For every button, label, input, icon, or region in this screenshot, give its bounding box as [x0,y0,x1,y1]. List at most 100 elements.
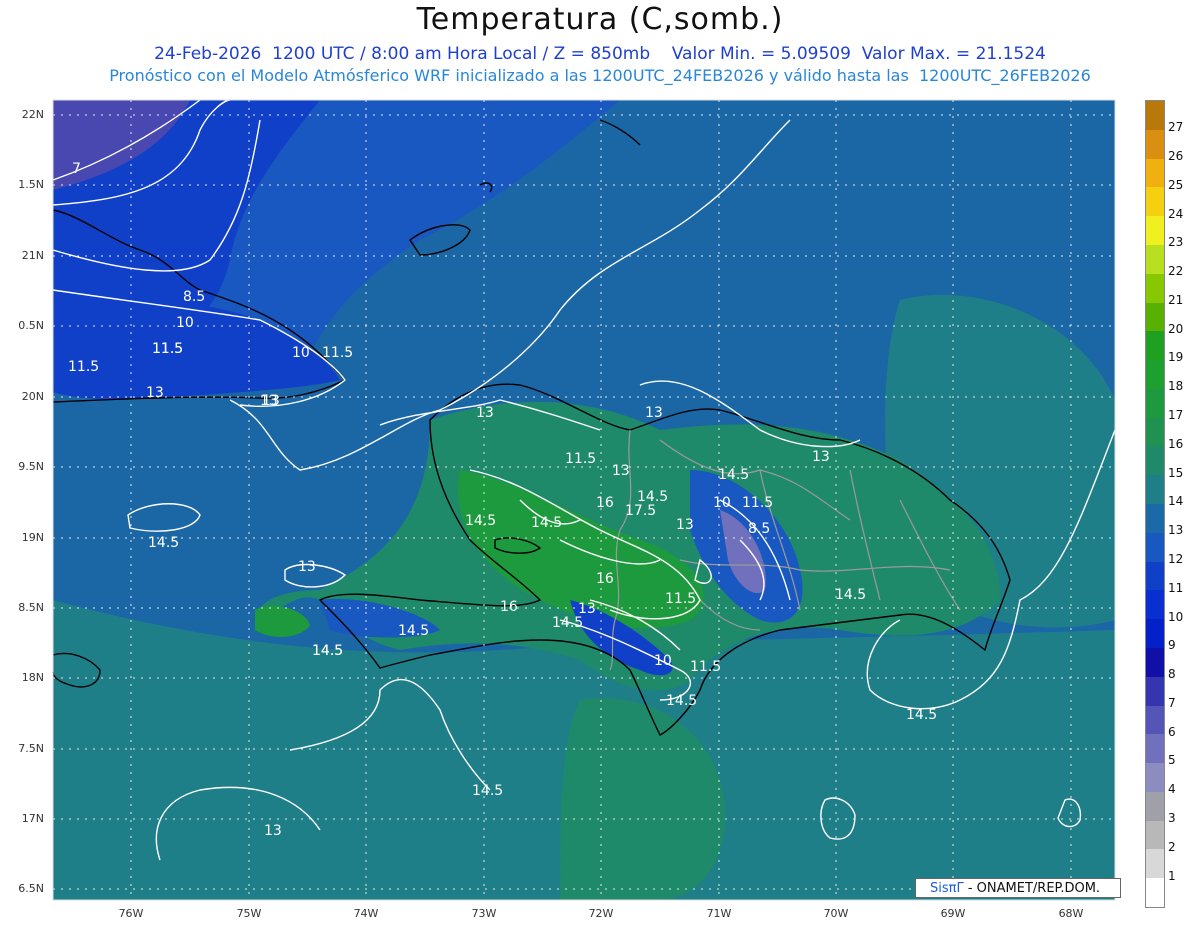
colorbar-level-label: 18 [1168,379,1184,394]
lon-tick-label: 76W [118,907,144,920]
contour-label: 11.5 [665,591,696,607]
contour-label: 14.5 [718,467,749,483]
contour-label: 16 [500,599,518,615]
colorbar-level-label: 16 [1168,436,1184,451]
colorbar-level-label: 6 [1168,724,1176,739]
colorbar-swatch [1146,590,1164,620]
contour-label: 13 [264,823,282,839]
colorbar-level-label: 21 [1168,292,1184,307]
lat-tick-label: 8.5N [18,601,44,614]
colorbar-swatch [1146,302,1164,332]
contour-label: 11.5 [322,345,353,361]
colorbar-swatch [1146,504,1164,533]
contour-label: 14.5 [531,515,562,531]
lon-tick-label: 73W [471,907,497,920]
contour-label: 13 [812,449,830,465]
colorbar-level-label: 9 [1168,638,1176,653]
colorbar-swatch [1146,561,1164,591]
lat-tick-label: 21N [21,249,44,262]
contour-label: 14.5 [148,535,179,551]
colorbar-swatch [1146,532,1164,562]
contour-label: 13 [612,463,630,479]
colorbar-swatch [1146,244,1164,274]
colorbar-level-label: 19 [1168,350,1184,365]
colorbar-swatch [1146,388,1164,418]
colorbar-level-label: 2 [1168,839,1176,854]
contour-label: 14.5 [312,643,343,659]
colorbar-swatch [1146,820,1164,850]
colorbar-swatch [1146,763,1164,793]
contour-label: 14.5 [906,707,937,723]
colorbar-level-label: 4 [1168,782,1176,797]
lon-tick-label: 70W [823,907,849,920]
lat-tick-label: 20N [21,390,44,403]
contour-label: 10 [292,345,310,361]
contour-label: 13 [676,517,694,533]
colorbar-swatch [1146,216,1164,246]
colorbar-swatch [1146,705,1164,735]
contour-label: 11.5 [690,659,721,675]
contour-label: 14.5 [465,513,496,529]
colorbar-swatch [1146,360,1164,390]
lon-tick-label: 68W [1058,907,1084,920]
contour-label: 14.5 [835,587,866,603]
contour-label: 10 [176,315,194,331]
colorbar-level-label: 27 [1168,120,1184,135]
colorbar-swatch [1146,791,1164,821]
lat-tick-label: 1.5N [18,178,44,191]
contour-label: 14.5 [666,693,697,709]
lat-tick-label: 9.5N [18,460,44,473]
contour-label: 11.5 [742,495,773,511]
colorbar-swatch [1146,475,1164,505]
contour-label: 8.5 [748,521,770,537]
contour-label: 8.5 [183,289,205,305]
colorbar-level-label: 26 [1168,148,1184,163]
colorbar-level-label: 10 [1168,609,1184,624]
contour-label: 14.5 [552,615,583,631]
contour-label: 14.5 [472,783,503,799]
temperature-map: 7 8.5 10 11.5 11.5 10 11.5 11.5 13 13 13 13 13 11.5 13… [52,99,1116,901]
contour-label: 11.5 [565,451,596,467]
colorbar-swatch [1146,158,1164,188]
colorbar-swatch [1146,331,1164,361]
contour-label: 14.5 [637,489,668,505]
colorbar-swatch [1146,849,1164,879]
colorbar-level-label: 5 [1168,753,1176,768]
colorbar-swatch [1146,676,1164,706]
contour-label: 13 [298,559,316,575]
contour-label: 13 [476,405,494,421]
lon-tick-label: 75W [236,907,262,920]
lat-tick-label: 18N [21,671,44,684]
lat-tick-label: 6.5N [18,882,44,895]
colorbar-swatch [1146,101,1164,130]
colorbar-level-label: 11 [1168,580,1184,595]
colorbar-level-label: 20 [1168,321,1184,336]
contour-label: 14.5 [398,623,429,639]
colorbar-level-label: 25 [1168,177,1184,192]
contour-label: 11.5 [68,359,99,375]
colorbar-swatch [1146,446,1164,476]
colorbar-level-label: 13 [1168,523,1184,538]
contour-label: 10 [713,495,731,511]
contour-label: 13 [260,393,278,409]
colorbar-level-label: 8 [1168,667,1176,682]
lat-tick-label: 17N [21,812,44,825]
colorbar-swatch [1146,129,1164,159]
colorbar-level-label: 22 [1168,264,1184,279]
colorbar-level-label: 15 [1168,465,1184,480]
colorbar-swatch [1146,734,1164,764]
colorbar-swatch [1146,647,1164,677]
lat-tick-label: 19N [21,531,44,544]
colorbar-swatch [1146,273,1164,303]
colorbar-level-label: 12 [1168,551,1184,566]
credit-box: SisπΓ - ONAMET/REP.DOM. [915,878,1121,898]
colorbar-level-label: 23 [1168,235,1184,250]
colorbar-level-label: 7 [1168,695,1176,710]
colorbar [1145,100,1165,908]
colorbar-swatch [1146,187,1164,217]
colorbar-swatch [1146,619,1164,649]
contour-label: 16 [596,571,614,587]
colorbar-level-label: 14 [1168,494,1184,509]
colorbar-level-label: 1 [1168,868,1176,883]
lat-tick-label: 22N [21,108,44,121]
